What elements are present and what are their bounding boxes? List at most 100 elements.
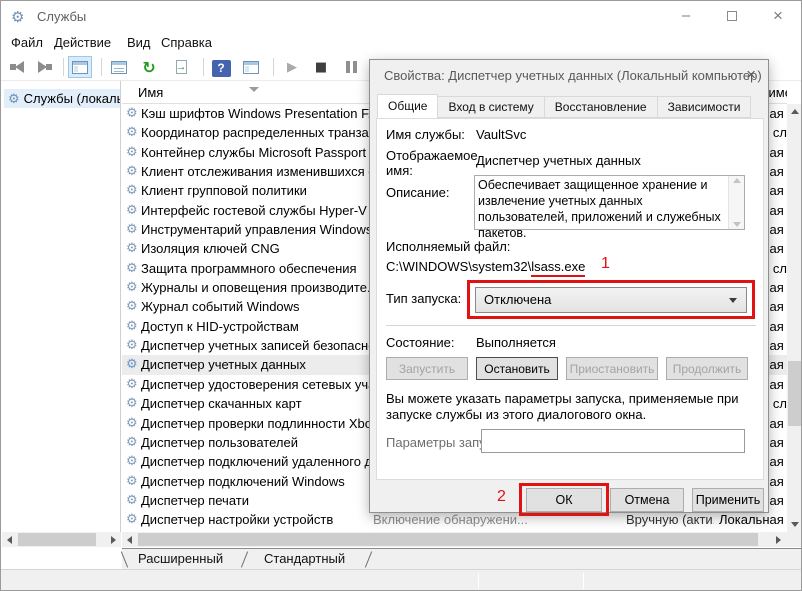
close-button[interactable]: × <box>755 1 801 31</box>
scroll-right-icon[interactable] <box>106 532 121 547</box>
service-name-label: Имя службы: <box>386 127 465 142</box>
service-gear-icon: ⚙ <box>126 472 138 491</box>
service-name: Клиент групповой политики <box>141 181 369 200</box>
scroll-up-icon[interactable] <box>787 104 802 119</box>
sort-chevron-icon <box>249 87 259 92</box>
menu-file[interactable]: Файл <box>11 35 43 50</box>
service-gear-icon: ⚙ <box>126 181 138 200</box>
service-name: Диспетчер подключений Windows <box>141 472 369 491</box>
service-action-buttons: ЗапуститьОстановитьПриостановитьПродолжи… <box>386 357 758 380</box>
action-button-3: Продолжить <box>666 357 748 380</box>
menu-view[interactable]: Вид <box>127 35 151 50</box>
stop-service-icon[interactable]: ■ <box>309 56 333 78</box>
startup-params-note: Вы можете указать параметры запуска, при… <box>386 391 760 424</box>
back-icon[interactable] <box>5 56 29 78</box>
tree-horizontal-scrollbar[interactable] <box>2 532 121 547</box>
scroll-left-icon[interactable] <box>2 532 17 547</box>
show-console-window-icon[interactable] <box>68 56 92 78</box>
dialog-close-icon[interactable]: × <box>746 65 756 85</box>
service-gear-icon: ⚙ <box>126 491 138 510</box>
scroll-down-icon[interactable] <box>733 222 741 227</box>
service-gear-icon: ⚙ <box>126 201 138 220</box>
general-tab-page: Имя службы: VaultSvc Отображаемое имя: Д… <box>376 118 764 480</box>
annotation-box-1 <box>467 280 755 319</box>
dialog-footer: 2 ОК Отмена Применить <box>370 480 768 514</box>
scrollbar-thumb[interactable] <box>18 533 96 546</box>
cancel-button[interactable]: Отмена <box>610 488 684 512</box>
minimize-button[interactable]: – <box>663 1 709 31</box>
services-gear-icon: ⚙ <box>11 8 24 26</box>
action-button-1[interactable]: Остановить <box>476 357 558 380</box>
properties-icon[interactable] <box>107 56 131 78</box>
description-textbox[interactable]: Обеспечивает защищенное хранение и извле… <box>474 175 745 230</box>
title-bar: ⚙ Службы – × <box>1 1 801 33</box>
menu-help[interactable]: Справка <box>161 35 212 50</box>
service-gear-icon: ⚙ <box>126 394 138 413</box>
divider <box>386 325 756 326</box>
exe-path-label: Исполняемый файл: <box>386 239 510 254</box>
console-tree-panel: ⚙ Службы (локальные) <box>2 81 121 547</box>
service-name: Диспетчер скачанных карт <box>141 394 369 413</box>
tree-item-services-local[interactable]: ⚙ Службы (локальные) <box>4 89 120 108</box>
gear-icon: ⚙ <box>8 92 20 107</box>
service-name: Контейнер службы Microsoft Passport <box>141 143 369 162</box>
dialog-title: Свойства: Диспетчер учетных данных (Лока… <box>384 68 762 83</box>
properties-dialog: Свойства: Диспетчер учетных данных (Лока… <box>369 59 769 513</box>
service-gear-icon: ⚙ <box>126 143 138 162</box>
startup-params-input[interactable] <box>481 429 745 453</box>
exe-path-value: C:\WINDOWS\system32\lsass.exe <box>386 259 585 274</box>
window-title: Службы <box>37 9 86 24</box>
tab-logon[interactable]: Вход в систему <box>438 96 544 118</box>
list-vertical-scrollbar[interactable] <box>787 104 802 532</box>
help-icon[interactable]: ? <box>209 56 233 78</box>
service-name: Диспетчер проверки подлинности Xbo <box>141 414 369 433</box>
tab-dependencies[interactable]: Зависимости <box>658 96 752 118</box>
service-gear-icon: ⚙ <box>126 355 138 374</box>
service-gear-icon: ⚙ <box>126 123 138 142</box>
tab-standard[interactable]: Стандартный <box>250 550 359 569</box>
service-name: Журналы и оповещения производите. <box>141 278 369 297</box>
service-name: Диспетчер печати <box>141 491 369 510</box>
service-gear-icon: ⚙ <box>126 336 138 355</box>
scroll-down-icon[interactable] <box>787 517 802 532</box>
service-gear-icon: ⚙ <box>126 162 138 181</box>
scroll-up-icon[interactable] <box>733 178 741 183</box>
scrollbar-thumb[interactable] <box>788 361 801 426</box>
forward-icon[interactable] <box>33 56 57 78</box>
annotation-step-2: 2 <box>497 488 506 506</box>
maximize-icon <box>727 11 737 21</box>
service-name: Изоляция ключей CNG <box>141 239 369 258</box>
service-gear-icon: ⚙ <box>126 239 138 258</box>
service-name: Координатор распределенных транзак <box>141 123 369 142</box>
service-gear-icon: ⚙ <box>126 375 138 394</box>
show-hide-tree-icon[interactable] <box>239 56 263 78</box>
display-name-label: Отображаемое имя: <box>386 149 474 179</box>
scrollbar-thumb[interactable] <box>138 533 758 546</box>
service-name: Кэш шрифтов Windows Presentation F. <box>141 104 369 123</box>
service-name: Диспетчер подключений удаленного д <box>141 452 369 471</box>
service-name: Инструментарий управления Windows <box>141 220 369 239</box>
export-list-icon[interactable]: → <box>169 56 193 78</box>
tree-item-label: Службы (локальные) <box>24 91 120 106</box>
ok-button[interactable]: ОК <box>526 488 602 512</box>
maximize-button[interactable] <box>709 1 755 31</box>
description-text: Обеспечивает защищенное хранение и извле… <box>478 177 724 241</box>
tab-general[interactable]: Общие <box>377 94 438 118</box>
startup-type-label: Тип запуска: <box>386 291 461 306</box>
list-horizontal-scrollbar[interactable] <box>122 532 786 547</box>
state-label: Состояние: <box>386 335 454 350</box>
service-name: Диспетчер настройки устройств <box>141 510 369 529</box>
description-scrollbar[interactable] <box>728 176 744 229</box>
tab-extended[interactable]: Расширенный <box>124 550 237 569</box>
scrollbar-corner <box>786 532 802 547</box>
apply-button[interactable]: Применить <box>692 488 764 512</box>
column-header-name[interactable]: Имя <box>138 85 163 100</box>
service-gear-icon: ⚙ <box>126 104 138 123</box>
tab-recovery[interactable]: Восстановление <box>545 96 658 118</box>
menu-action[interactable]: Действие <box>54 35 111 50</box>
refresh-icon[interactable]: ↻ <box>137 56 161 78</box>
scroll-right-icon[interactable] <box>771 532 786 547</box>
services-window: ⚙ Службы – × Файл Действие Вид Справка ↻… <box>0 0 802 591</box>
scroll-left-icon[interactable] <box>122 532 137 547</box>
service-gear-icon: ⚙ <box>126 414 138 433</box>
